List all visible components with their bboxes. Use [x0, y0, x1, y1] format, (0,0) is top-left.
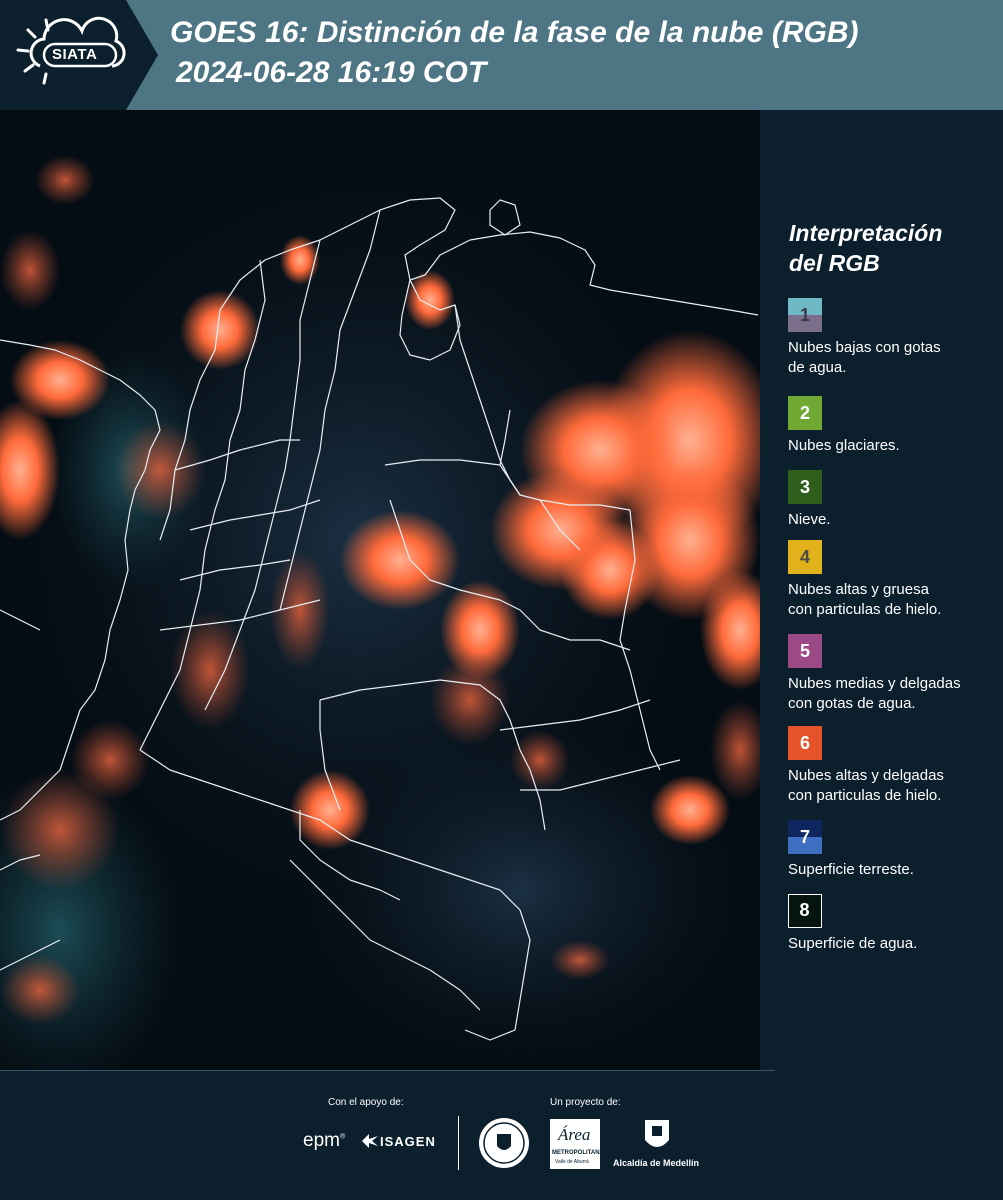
legend-number-2: 2	[799, 403, 810, 423]
legend-swatch-1: 1	[788, 298, 822, 332]
legend-label-5-line2: con gotas de agua.	[788, 695, 916, 712]
footer-divider	[0, 1070, 775, 1071]
area-logo-text: METROPOLITANA	[552, 1150, 604, 1156]
support-label: Con el apoyo de:	[328, 1097, 404, 1108]
footer-separator	[458, 1116, 459, 1170]
page-title: GOES 16: Distinción de la fase de la nub…	[170, 16, 859, 49]
epm-logo-text: epm	[303, 1130, 340, 1151]
isagen-logo-text: ISAGEN	[380, 1134, 436, 1149]
legend-item-5: 5 Nubes medias y delgadas con gotas de a…	[788, 634, 998, 714]
legend-label-1: Nubes bajas con gotas de agua.	[788, 338, 998, 378]
legend-number-3: 3	[799, 477, 810, 497]
siata-logo-text: SIATA	[52, 46, 98, 63]
legend-item-8: 8 Superficie de agua.	[788, 894, 998, 954]
legend-label-1-line1: Nubes bajas con gotas	[788, 339, 941, 356]
legend-swatch-5: 5	[788, 634, 822, 668]
legend-label-7-line1: Superficie terreste.	[788, 861, 914, 878]
legend-number-4: 4	[799, 547, 810, 567]
legend-label-6: Nubes altas y delgadas con particulas de…	[788, 766, 998, 806]
legend-title: Interpretación del RGB	[789, 218, 989, 278]
legend-title-line2: del RGB	[789, 250, 880, 276]
legend-label-1-line2: de agua.	[788, 359, 847, 376]
area-metropolitana-logo: Área METROPOLITANA Valle de Aburrá	[550, 1119, 604, 1169]
legend-label-6-line1: Nubes altas y delgadas	[788, 767, 944, 784]
legend-label-5-line1: Nubes medias y delgadas	[788, 675, 961, 692]
header-bar: SIATA GOES 16: Distinción de la fase de …	[0, 0, 1003, 110]
legend-title-line1: Interpretación	[789, 220, 943, 246]
siata-logo: SIATA	[0, 0, 158, 110]
legend-label-4-line2: con particulas de hielo.	[788, 601, 942, 618]
legend-label-8-line1: Superficie de agua.	[788, 935, 918, 952]
legend-swatch-7: 7	[788, 820, 822, 854]
legend-panel: Interpretación del RGB 1 Nubes bajas con…	[760, 110, 1003, 1070]
legend-item-7: 7 Superficie terreste.	[788, 820, 998, 880]
legend-item-4: 4 Nubes altas y gruesa con particulas de…	[788, 540, 998, 620]
legend-item-6: 6 Nubes altas y delgadas con particulas …	[788, 726, 998, 806]
legend-label-4-line1: Nubes altas y gruesa	[788, 581, 929, 598]
legend-item-2: 2 Nubes glaciares.	[788, 396, 998, 456]
legend-label-3-line1: Nieve.	[788, 511, 831, 528]
area-logo-script: Área	[558, 1125, 591, 1144]
legend-label-4: Nubes altas y gruesa con particulas de h…	[788, 580, 998, 620]
legend-number-7: 7	[799, 827, 810, 847]
medellin-seal-icon	[479, 1118, 529, 1168]
legend-label-2-line1: Nubes glaciares.	[788, 437, 900, 454]
image-datetime: 2024-06-28 16:19 COT	[176, 56, 487, 89]
legend-number-6: 6	[799, 733, 810, 753]
legend-swatch-8: 8	[788, 894, 822, 928]
legend-swatch-4: 4	[788, 540, 822, 574]
legend-number-1: 1	[799, 305, 810, 325]
legend-label-3: Nieve.	[788, 510, 998, 530]
legend-swatch-2: 2	[788, 396, 822, 430]
legend-number-8: 8	[799, 900, 810, 920]
legend-swatch-3: 3	[788, 470, 822, 504]
legend-label-8: Superficie de agua.	[788, 934, 998, 954]
alcaldia-shield-icon	[645, 1120, 669, 1147]
satellite-map	[0, 110, 760, 1070]
alcaldia-logo-text: Alcaldía de Medellín	[613, 1158, 700, 1168]
area-logo-subtext: Valle de Aburrá	[555, 1159, 589, 1165]
epm-logo: epm®	[303, 1130, 346, 1151]
legend-label-7: Superficie terreste.	[788, 860, 998, 880]
legend-label-2: Nubes glaciares.	[788, 436, 998, 456]
legend-number-5: 5	[799, 641, 810, 661]
footer: Con el apoyo de: Un proyecto de: epm® IS…	[0, 1070, 1003, 1200]
legend-swatch-6: 6	[788, 726, 822, 760]
isagen-logo-icon	[362, 1134, 378, 1148]
legend-label-6-line2: con particulas de hielo.	[788, 787, 942, 804]
legend-item-1: 1 Nubes bajas con gotas de agua.	[788, 298, 998, 378]
satellite-map-image	[0, 110, 760, 1070]
legend-item-3: 3 Nieve.	[788, 470, 998, 530]
legend-label-5: Nubes medias y delgadas con gotas de agu…	[788, 674, 998, 714]
project-label: Un proyecto de:	[550, 1097, 621, 1108]
